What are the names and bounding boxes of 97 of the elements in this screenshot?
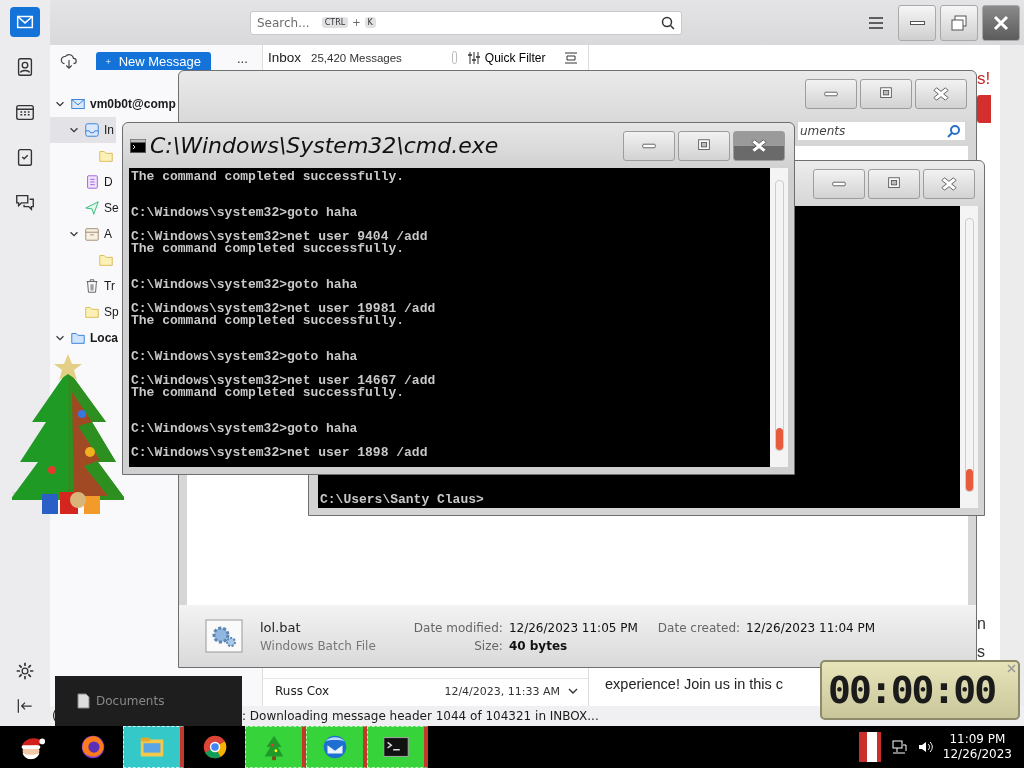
folder-icon bbox=[84, 304, 100, 320]
restore-icon bbox=[950, 13, 968, 32]
status-text: ( bbox=[51, 709, 58, 723]
text-fragment: n bbox=[977, 614, 986, 634]
timer-display: 00:00:00 bbox=[828, 668, 996, 712]
date-text: 12/4/2023, 11:33 AM bbox=[444, 684, 560, 698]
console-line: C:\Users\Santy Claus> bbox=[320, 494, 485, 506]
folder-item[interactable]: Tr bbox=[50, 273, 117, 299]
console-line: C:\Windows\system32>net user 19981 /add bbox=[131, 303, 437, 315]
network-icon[interactable] bbox=[890, 739, 907, 755]
folder-item[interactable]: Se bbox=[50, 195, 121, 221]
document-icon bbox=[77, 693, 90, 709]
key-cap: K bbox=[364, 17, 376, 28]
mail-tab[interactable] bbox=[10, 7, 40, 37]
collapse-icon[interactable] bbox=[15, 696, 35, 716]
message-count: 25,420 Messages bbox=[311, 51, 402, 64]
close-button[interactable] bbox=[923, 168, 975, 199]
detail-label: Size: bbox=[473, 638, 503, 653]
message-body-text: experience! Join us in this c bbox=[605, 676, 784, 692]
window-title: C:\Windows\System32\cmd.exe bbox=[150, 133, 499, 158]
thumbnail-title: Documents bbox=[96, 694, 165, 708]
key-cap: CTRL bbox=[321, 17, 349, 28]
file-name: lol.bat bbox=[260, 619, 302, 635]
console-line: C:\Windows\system32>goto haha bbox=[131, 207, 359, 219]
minimize-button[interactable] bbox=[898, 4, 936, 41]
folder-item[interactable]: vm0b0t@comp bbox=[50, 91, 178, 117]
folder-item[interactable]: Sp bbox=[50, 299, 121, 325]
folder-item[interactable]: Loca bbox=[50, 325, 120, 351]
quick-filter-button[interactable]: Quick Filter bbox=[466, 50, 546, 65]
flag-icon[interactable] bbox=[858, 732, 881, 762]
minimize-icon bbox=[909, 20, 925, 25]
folder-icon bbox=[84, 200, 100, 216]
sliders-icon bbox=[466, 50, 481, 65]
scrollbar[interactable] bbox=[960, 206, 978, 508]
folder-icon bbox=[84, 174, 100, 190]
console-line: C:\Windows\system32>net user 9404 /add bbox=[131, 231, 429, 243]
scroll-thumb[interactable] bbox=[775, 428, 783, 450]
detail-label: Date modified: bbox=[413, 620, 503, 635]
scrollbar[interactable] bbox=[770, 168, 788, 467]
folder-icon bbox=[84, 122, 100, 138]
cloud-download-icon[interactable] bbox=[60, 52, 78, 70]
maximize-button[interactable] bbox=[860, 78, 912, 109]
detail-value: 12/26/2023 11:04 PM bbox=[746, 620, 876, 635]
console-line: The command completed successfully. bbox=[131, 243, 406, 255]
sender-text: Russ Cox bbox=[275, 684, 330, 698]
gear-file-icon bbox=[204, 618, 244, 654]
restore-button[interactable] bbox=[940, 4, 978, 41]
close-button[interactable] bbox=[733, 130, 785, 161]
console-icon bbox=[130, 138, 146, 153]
window-thumbnail[interactable]: Documents bbox=[55, 676, 242, 726]
maximize-button[interactable] bbox=[868, 168, 920, 199]
chevron-down-icon[interactable] bbox=[568, 686, 578, 696]
message-row[interactable]: Russ Cox 12/4/2023, 11:33 AM bbox=[263, 678, 588, 703]
search-field[interactable]: Search... CTRL + K bbox=[250, 10, 682, 35]
folder-item[interactable]: In bbox=[50, 117, 116, 143]
console-line: C:\Windows\system32>goto haha bbox=[131, 279, 359, 291]
settings-icon[interactable] bbox=[15, 661, 35, 681]
clock[interactable]: 11:09 PM 12/26/2023 bbox=[942, 732, 1012, 762]
folder-icon bbox=[98, 148, 114, 164]
console-line: The command completed successfully. bbox=[131, 387, 406, 399]
folder-item[interactable]: A bbox=[50, 221, 114, 247]
heading-fragment: s! bbox=[977, 69, 991, 89]
close-icon bbox=[992, 13, 1010, 32]
folder-item[interactable]: D bbox=[50, 169, 115, 195]
scroll-thumb[interactable] bbox=[965, 469, 973, 491]
search-icon[interactable] bbox=[661, 15, 675, 30]
search-field[interactable]: uments bbox=[797, 121, 966, 141]
console-line: C:\Windows\system32>net user 1898 /add bbox=[131, 447, 429, 459]
plus-text: + bbox=[352, 17, 361, 28]
folder-icon bbox=[70, 96, 86, 112]
folder-title: Inbox bbox=[268, 50, 302, 65]
maximize-button[interactable] bbox=[678, 130, 730, 161]
folder-icon bbox=[70, 330, 86, 346]
volume-icon[interactable] bbox=[916, 739, 933, 755]
console-line: The command completed successfully. bbox=[131, 171, 406, 183]
detail-label: Date created: bbox=[657, 620, 741, 635]
text-fragment: s bbox=[977, 642, 985, 662]
console-line: The command completed successfully. bbox=[131, 315, 406, 327]
menu-icon[interactable] bbox=[868, 15, 884, 30]
console-line: C:\Windows\system32>goto haha bbox=[131, 351, 359, 363]
folder-icon bbox=[84, 226, 100, 242]
options-icon[interactable] bbox=[564, 50, 578, 65]
folder-icon bbox=[84, 278, 100, 294]
close-button[interactable] bbox=[915, 78, 967, 109]
scrollbar[interactable] bbox=[1000, 45, 1024, 706]
status-text: : Downloading message header 1044 of 104321 in INBOX... bbox=[242, 709, 600, 723]
detail-value: 40 bytes bbox=[508, 638, 569, 653]
more-button[interactable]: ... bbox=[237, 52, 248, 66]
file-type: Windows Batch File bbox=[260, 638, 376, 653]
detail-value: 12/26/2023 11:05 PM bbox=[508, 620, 638, 635]
console-line: C:\Windows\system32>net user 14667 /add bbox=[131, 375, 437, 387]
toggle-switch[interactable] bbox=[451, 51, 457, 64]
folder-icon bbox=[98, 252, 114, 268]
close-button[interactable] bbox=[982, 4, 1020, 41]
new-message-button[interactable]: New Message bbox=[96, 52, 211, 70]
console-line: C:\Windows\system32>goto haha bbox=[131, 423, 359, 435]
taskbar-button[interactable] bbox=[367, 726, 428, 768]
